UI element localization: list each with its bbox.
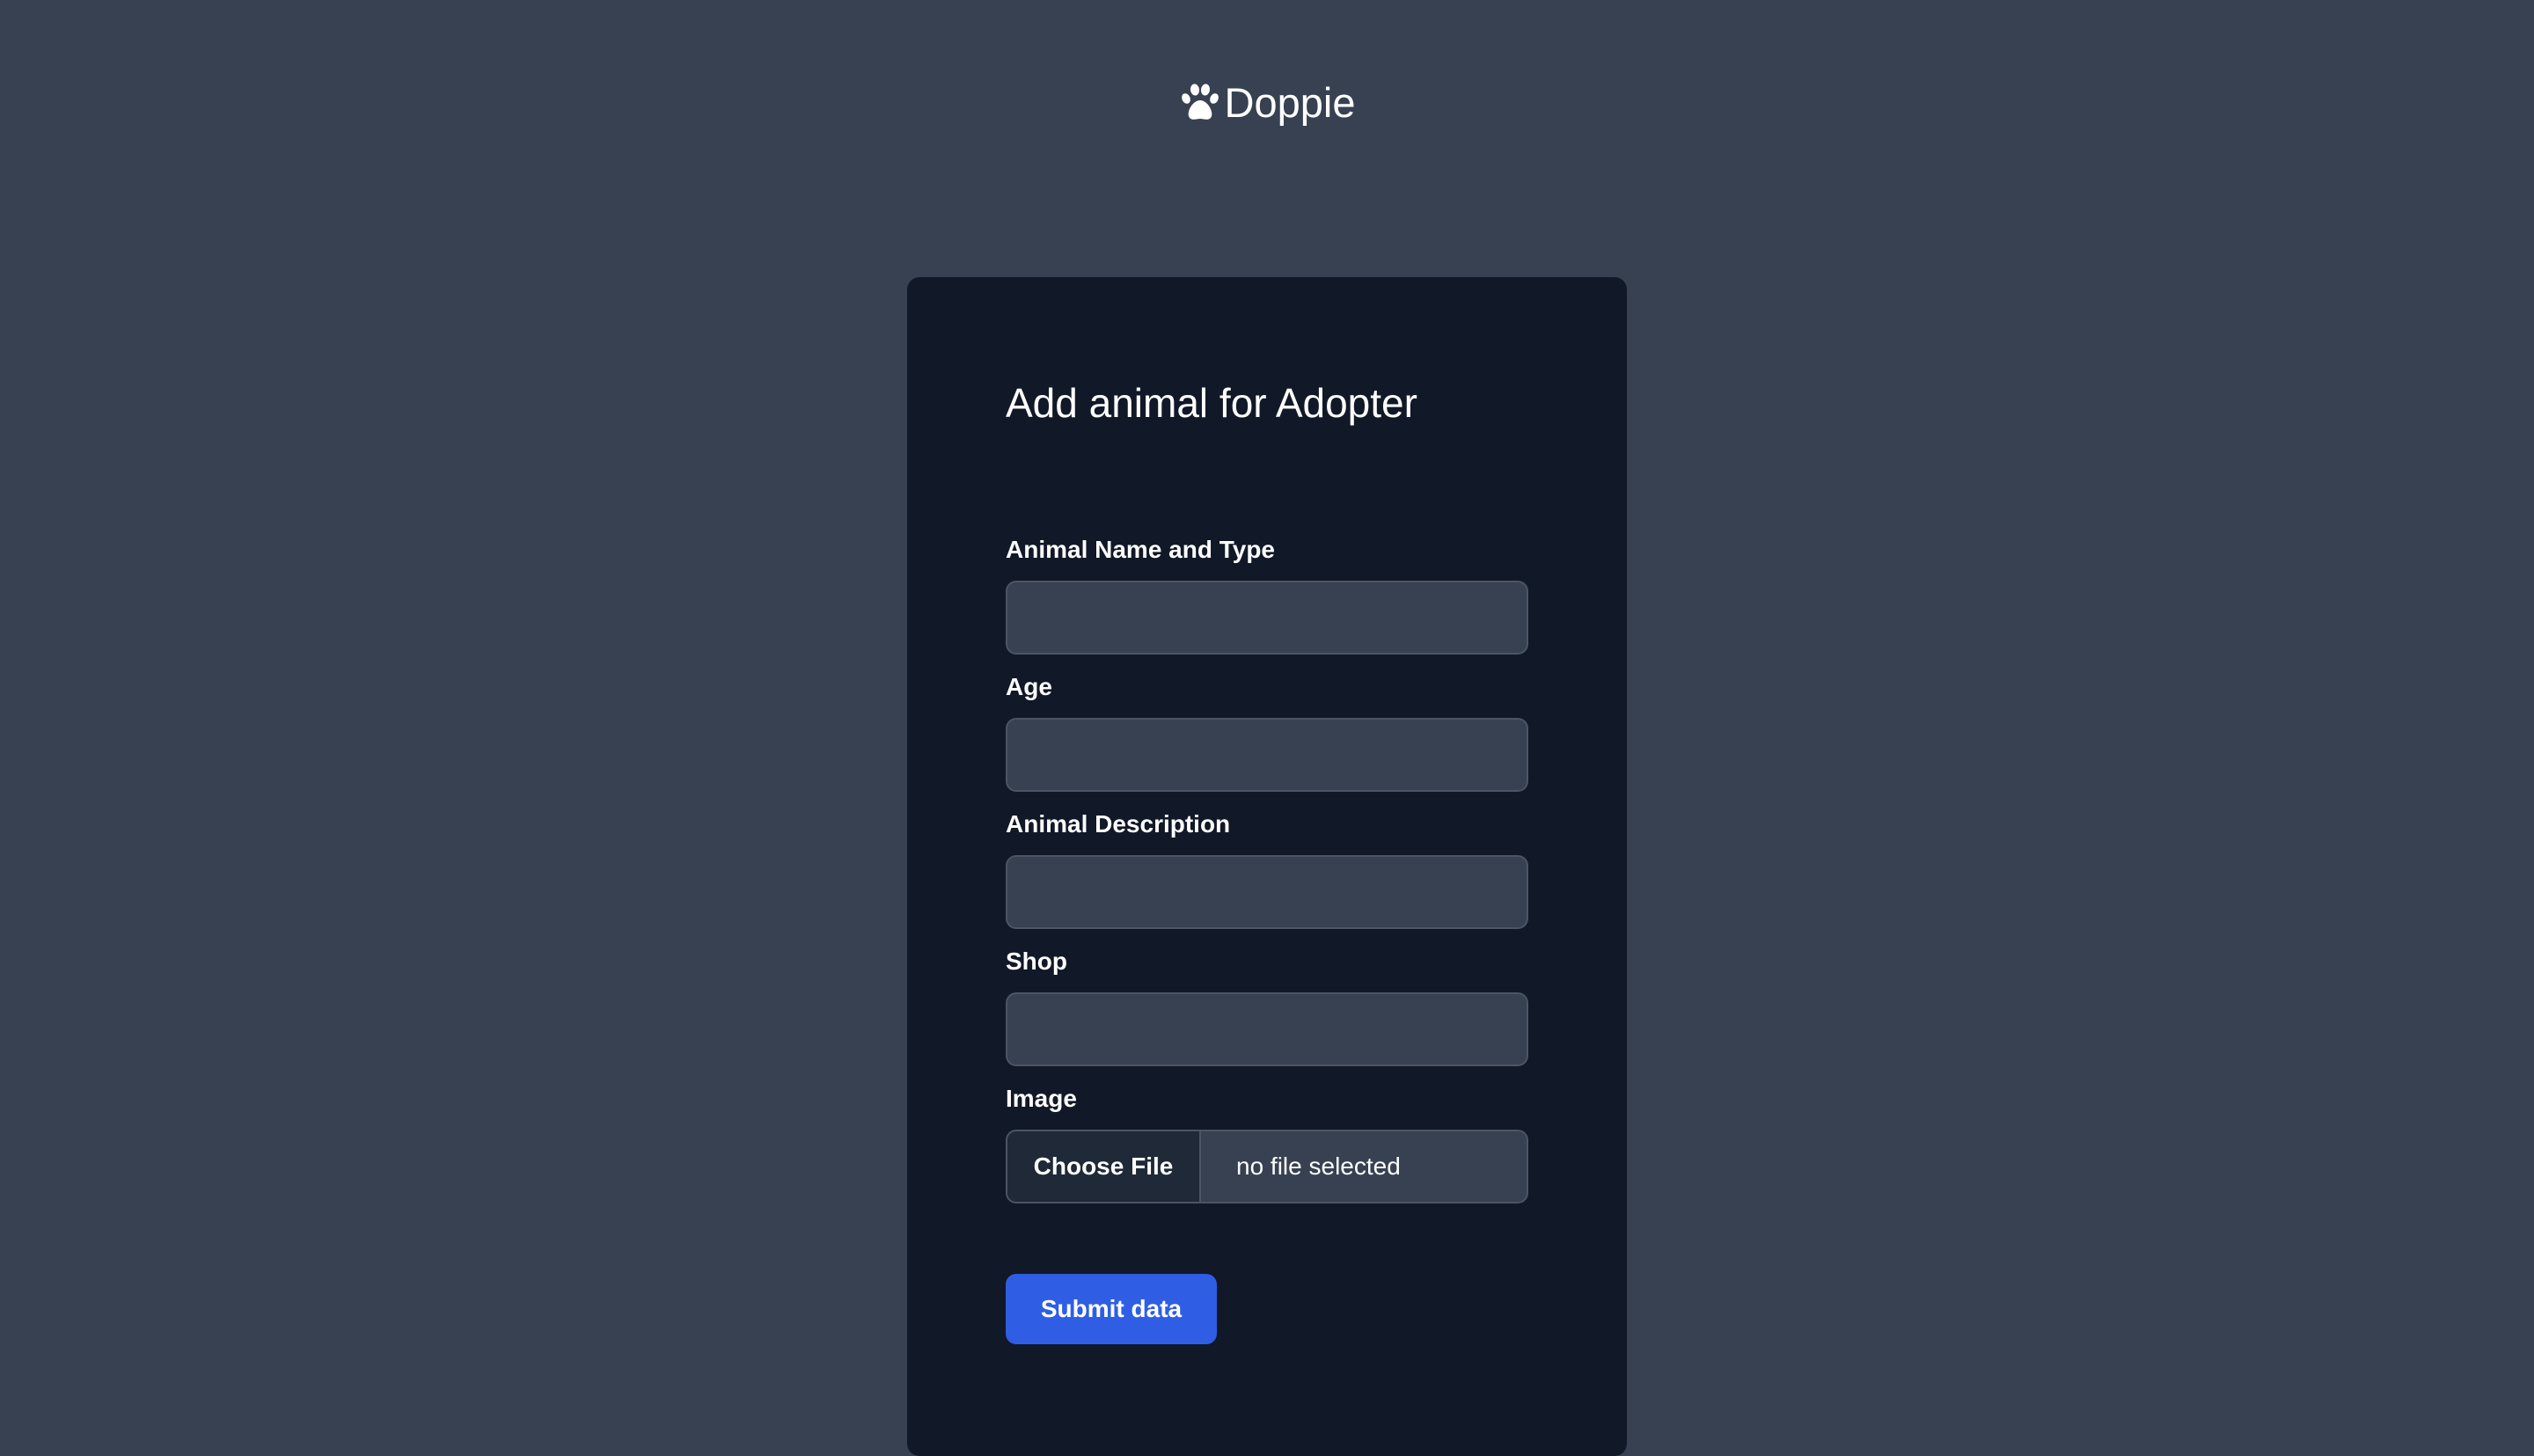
form-title: Add animal for Adopter: [1006, 380, 1417, 426]
submit-data-button[interactable]: Submit data: [1006, 1274, 1217, 1344]
brand-header: Doppie: [0, 81, 2534, 123]
shop-label: Shop: [1006, 947, 1067, 975]
add-animal-card: Add animal for Adopter Animal Name and T…: [907, 277, 1627, 1456]
animal-description-label: Animal Description: [1006, 810, 1231, 838]
age-input[interactable]: [1006, 718, 1528, 792]
brand-name: Doppie: [1224, 78, 1356, 126]
image-label: Image: [1006, 1085, 1077, 1112]
paw-icon: [1181, 84, 1219, 120]
choose-file-button[interactable]: Choose File: [1007, 1131, 1201, 1202]
animal-name-label: Animal Name and Type: [1006, 536, 1276, 563]
file-status-text: no file selected: [1236, 1152, 1401, 1180]
shop-input[interactable]: [1006, 992, 1528, 1066]
image-file-input[interactable]: Choose File no file selected: [1006, 1130, 1528, 1204]
age-label: Age: [1006, 673, 1052, 700]
animal-name-input[interactable]: [1006, 581, 1528, 655]
animal-description-input[interactable]: [1006, 855, 1528, 929]
